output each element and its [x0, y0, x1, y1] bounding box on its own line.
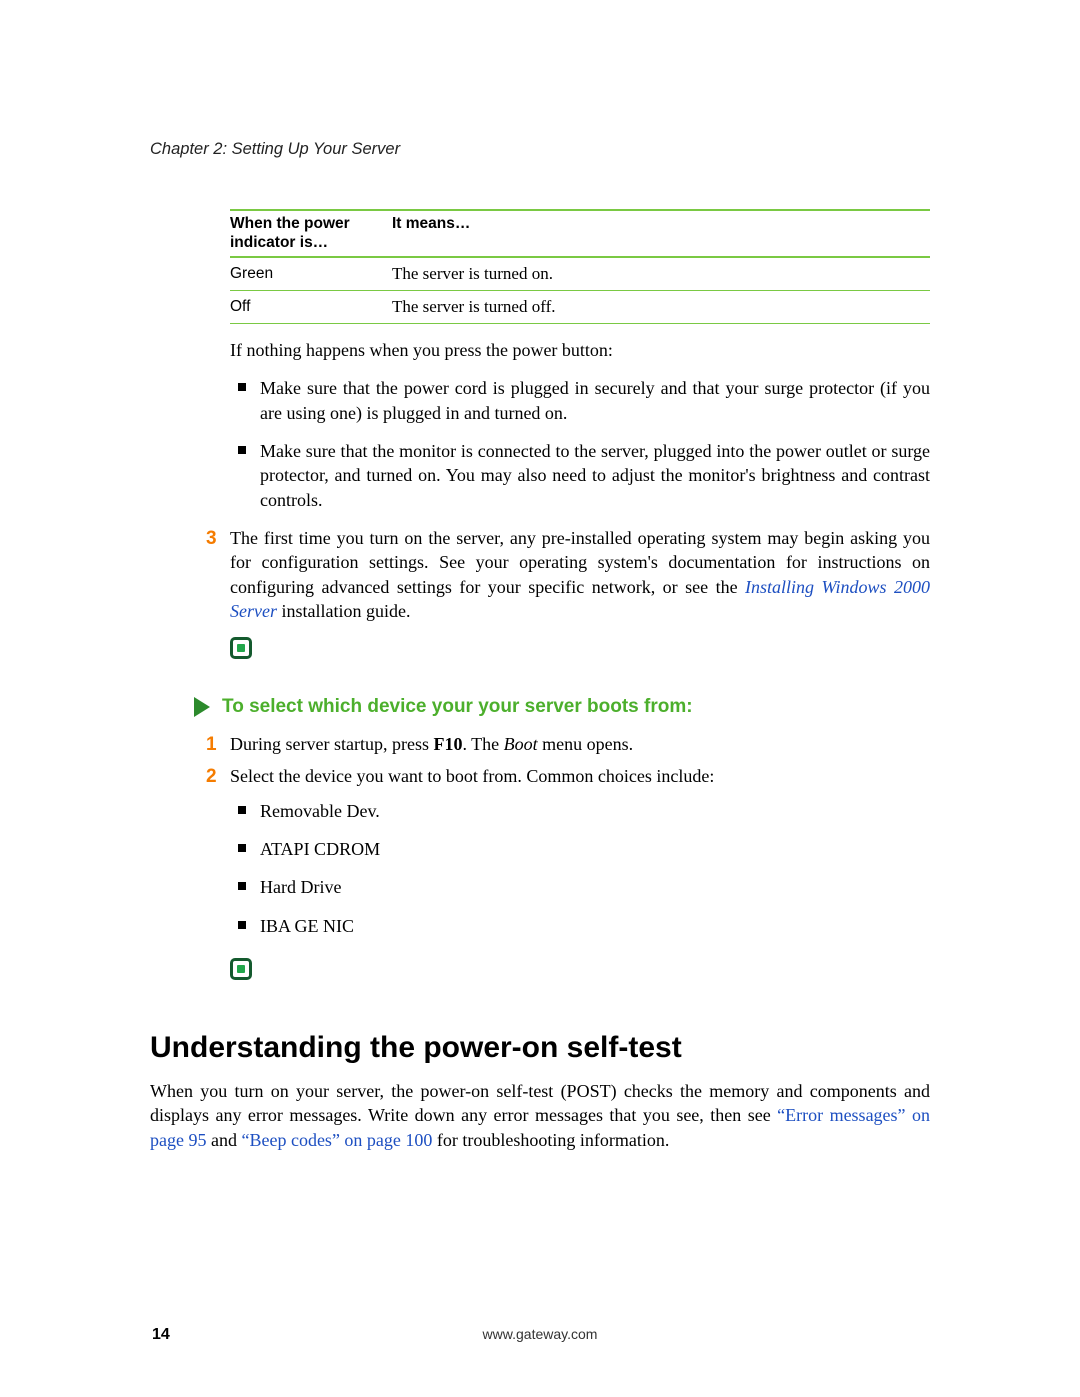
list-item: Make sure that the monitor is connected …: [260, 439, 930, 512]
step-3: 3 The first time you turn on the server,…: [230, 526, 930, 623]
end-of-topic-icon: [230, 637, 252, 659]
beep-codes-link[interactable]: “Beep codes” on page 100: [241, 1130, 432, 1150]
list-item: ATAPI CDROM: [260, 837, 930, 861]
list-item: IBA GE NIC: [260, 914, 930, 938]
procedure-title: To select which device your your server …: [222, 696, 693, 717]
table-row: Green The server is turned on.: [230, 257, 930, 291]
table-cell: Off: [230, 291, 392, 324]
step-number: 2: [206, 764, 217, 790]
chapter-header: Chapter 2: Setting Up Your Server: [150, 140, 930, 159]
key-f10: F10: [433, 734, 462, 754]
end-of-topic-icon: [230, 958, 252, 980]
list-item: Hard Drive: [260, 875, 930, 899]
intro-paragraph: If nothing happens when you press the po…: [230, 338, 930, 362]
post-paragraph: When you turn on your server, the power-…: [150, 1079, 930, 1152]
table-header-col1-line1: When the power: [230, 215, 350, 232]
power-indicator-table: When the power indicator is… It means… G…: [230, 209, 930, 324]
table-header-col1-line2: indicator is…: [230, 234, 328, 251]
table-header-col2: It means…: [392, 210, 930, 257]
proc-step-2: 2 Select the device you want to boot fro…: [230, 764, 930, 788]
proc-step-1: 1 During server startup, press F10. The …: [230, 732, 930, 756]
table-cell: Green: [230, 257, 392, 291]
section-heading: Understanding the power-on self-test: [150, 1031, 930, 1065]
page-number: 14: [152, 1326, 170, 1344]
arrow-icon: [194, 697, 210, 717]
step-text-post: installation guide.: [277, 601, 410, 621]
table-cell: The server is turned on.: [392, 257, 930, 291]
step-number: 1: [206, 732, 217, 758]
table-cell: The server is turned off.: [392, 291, 930, 324]
table-row: Off The server is turned off.: [230, 291, 930, 324]
boot-menu-name: Boot: [504, 734, 538, 754]
step-text: menu opens.: [538, 734, 633, 754]
table-header-col1: When the power indicator is…: [230, 210, 392, 257]
step-number: 3: [206, 526, 217, 552]
list-item: Removable Dev.: [260, 799, 930, 823]
post-mid: and: [206, 1130, 241, 1150]
list-item: Make sure that the power cord is plugged…: [260, 376, 930, 425]
step-text: During server startup, press: [230, 734, 433, 754]
troubleshoot-list: Make sure that the power cord is plugged…: [230, 376, 930, 511]
procedure-heading: To select which device your your server …: [194, 696, 930, 718]
post-post: for troubleshooting information.: [432, 1130, 669, 1150]
boot-choice-list: Removable Dev. ATAPI CDROM Hard Drive IB…: [230, 799, 930, 938]
step-text: . The: [462, 734, 503, 754]
step-text: Select the device you want to boot from.…: [230, 766, 714, 786]
